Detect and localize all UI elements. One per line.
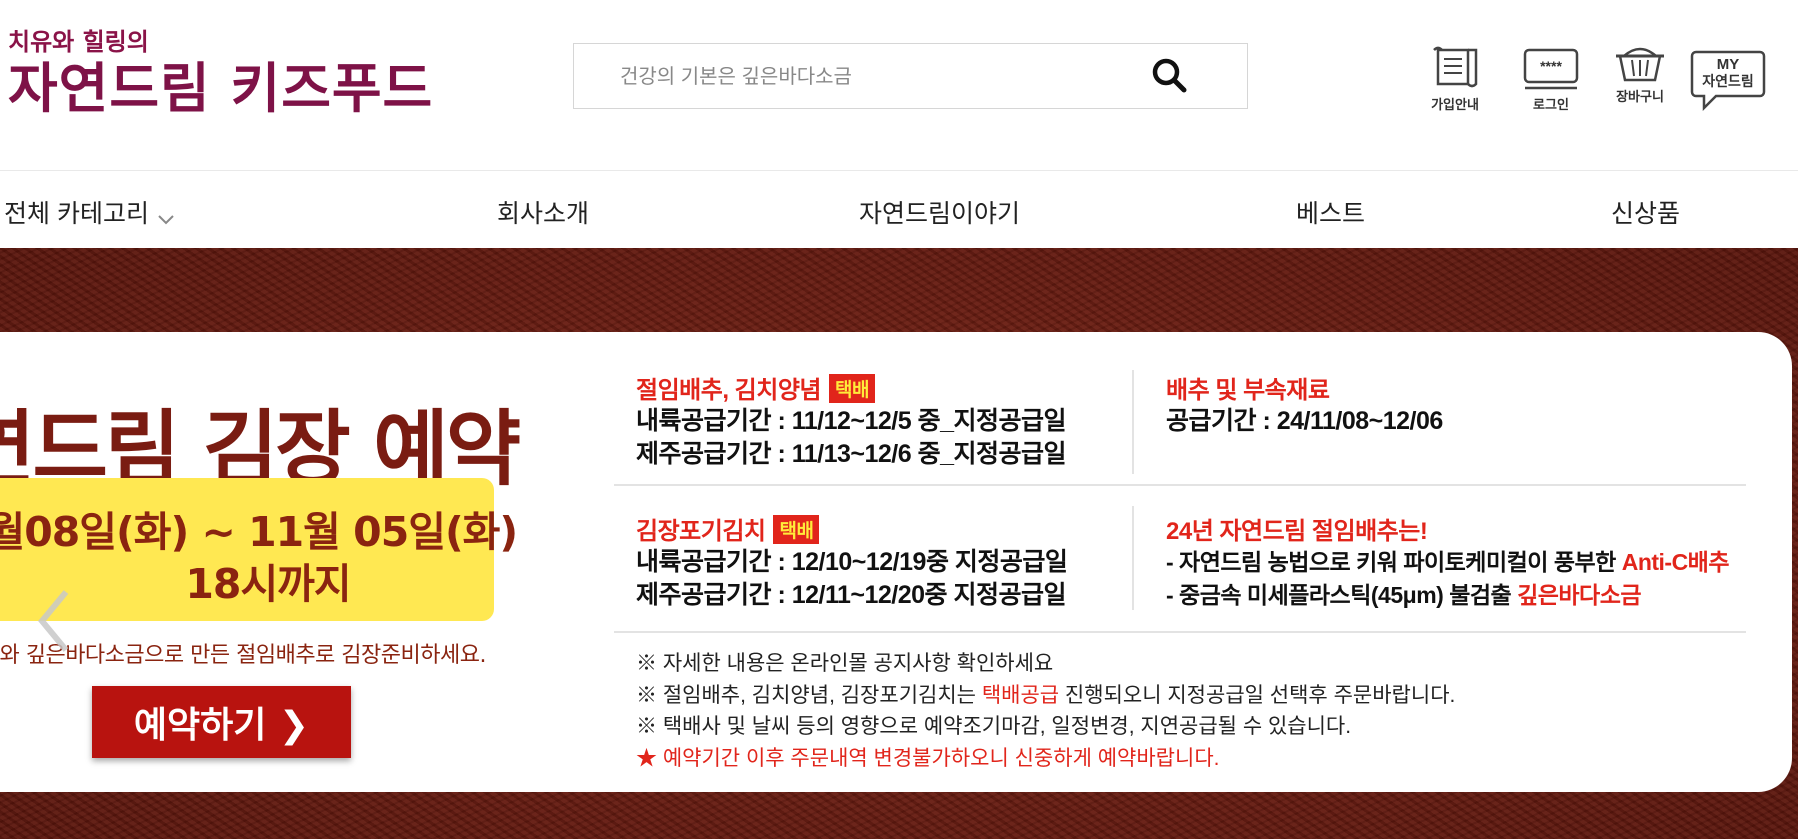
reservation-period-dates: 0월08일(화) ~ 11월 05일(화) [0,508,518,556]
note-line: ※ 절임배추, 김치양념, 김장포기김치는 [636,683,982,707]
logo-name: 자연드림 키즈푸드 [8,56,434,120]
nav-item-story[interactable]: 자연드림이야기 [859,194,1020,230]
search-input[interactable] [618,61,1142,93]
divider [614,631,1746,633]
reservation-period-time: 18시까지 [185,560,351,608]
divider [614,484,1746,486]
reservation-period-box: 0월08일(화) ~ 11월 05일(화) 18시까지 [0,478,518,621]
prev-slide-icon[interactable] [34,586,74,656]
banner-notes: ※ 자세한 내용은 온라인몰 공지사항 확인하세요 ※ 절임배추, 김치양념, … [636,648,1455,774]
info-heading: 절임배추, 김치양념 [636,377,821,404]
note-highlight: 택배공급 [981,683,1060,707]
nav-item-best[interactable]: 베스트 [1296,194,1365,230]
note-warning: ★ 예약기간 이후 주문내역 변경불가하오니 신중하게 예약바랍니다. [636,746,1220,770]
svg-text:****: **** [1540,58,1562,74]
info-block-features: 24년 자연드림 절임배추는! - 자연드림 농법으로 키워 파이토케미컬이 풍… [1166,511,1730,612]
cart-label: 장바구니 [1616,90,1664,105]
basket-icon [1616,47,1664,82]
nav-all-categories[interactable]: 전체 카테고리 [4,194,176,230]
speech-bubble-icon: MY 자연드림 [1690,50,1766,112]
login-label: 로그인 [1533,98,1569,113]
info-line: 제주공급기간 : 12/11~12/20중 지정공급일 [636,581,1067,609]
info-block-pickled-cabbage: 절임배추, 김치양념 택배 내륙공급기간 : 11/12~12/5 중_지정공급일… [636,370,1067,471]
main-nav: 전체 카테고리 회사소개 자연드림이야기 베스트 신상품 [0,170,1798,249]
info-block-cabbage-materials: 배추 및 부속재료 공급기간 : 24/11/08~12/06 [1166,370,1443,438]
reserve-button[interactable]: 예약하기 ❯ [92,686,351,758]
divider [1132,506,1134,610]
chevron-down-icon [158,215,174,225]
my-bubble-text-1: MY [1717,56,1740,73]
search-icon[interactable] [1148,54,1192,98]
divider [1132,370,1134,474]
nav-all-categories-label: 전체 카테고리 [4,200,149,228]
note-line: ※ 자세한 내용은 온라인몰 공지사항 확인하세요 [636,652,1054,675]
logo-tagline: 치유와 힐링의 [8,28,149,56]
my-bubble-text-2: 자연드림 [1702,73,1754,89]
login-link[interactable]: **** 로그인 [1522,44,1580,113]
password-icon: **** [1523,48,1579,90]
note-line: ※ 택배사 및 날씨 등의 영향으로 예약조기마감, 일정변경, 지연공급될 수… [636,715,1352,738]
delivery-badge: 택배 [773,515,820,544]
info-line: 내륙공급기간 : 12/10~12/19중 지정공급일 [636,548,1068,576]
delivery-badge: 택배 [828,374,875,403]
my-page-link[interactable]: MY 자연드림 [1690,48,1766,112]
info-line: 제주공급기간 : 11/13~12/6 중_지정공급일 [636,440,1067,468]
search-box [573,43,1248,109]
document-icon [1433,46,1478,88]
site-logo[interactable]: 치유와 힐링의 자연드림 키즈푸드 [8,22,433,115]
site-header: 치유와 힐링의 자연드림 키즈푸드 가입안내 **** 로그인 [0,0,1798,228]
info-block-whole-kimchi: 김장포기김치 택배 내륙공급기간 : 12/10~12/19중 지정공급일 제주공… [636,511,1068,612]
anti-c-cabbage-highlight: Anti-C배추 [1621,549,1730,575]
signup-guide-link[interactable]: 가입안내 [1428,44,1482,113]
note-line: 진행되오니 지정공급일 선택후 주문바랍니다. [1059,683,1456,707]
info-line: - 자연드림 농법으로 키워 파이토케미컬이 풍부한 [1166,549,1622,575]
info-heading: 24년 자연드림 절임배추는! [1166,518,1428,545]
info-line: 내륙공급기간 : 11/12~12/5 중_지정공급일 [636,407,1067,435]
info-line: - 중금속 미세플라스틱(45μm) 불검출 [1166,582,1518,608]
nav-item-new[interactable]: 신상품 [1611,194,1680,230]
info-heading: 김장포기김치 [636,518,766,545]
info-line: 공급기간 : 24/11/08~12/06 [1166,407,1443,435]
sea-salt-highlight: 깊은바다소금 [1517,582,1642,608]
cart-link[interactable]: 장바구니 [1612,44,1668,105]
info-heading: 배추 및 부속재료 [1166,377,1330,404]
signup-guide-label: 가입안내 [1431,98,1479,113]
nav-item-company[interactable]: 회사소개 [497,194,589,230]
